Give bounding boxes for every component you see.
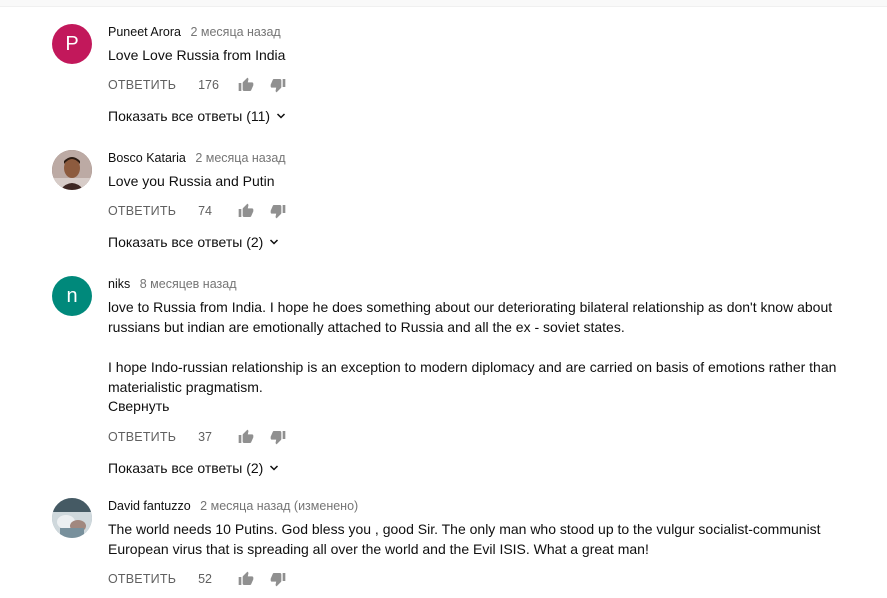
- comment-body: Puneet Arora 2 месяца назад Love Love Ru…: [108, 24, 838, 125]
- comment-body: David fantuzzo 2 месяца назад (изменено)…: [108, 498, 838, 589]
- comment-author[interactable]: Bosco Kataria: [108, 151, 186, 165]
- chevron-down-icon: [267, 461, 281, 475]
- comment-body: Bosco Kataria 2 месяца назад Love you Ru…: [108, 150, 838, 251]
- comment-timestamp[interactable]: 2 месяца назад (изменено): [200, 499, 358, 513]
- show-replies-button[interactable]: Показать все ответы (2): [108, 459, 838, 477]
- comment-text-line: materialistic pragmatism.: [108, 379, 263, 395]
- avatar[interactable]: [52, 498, 92, 538]
- comment-text-line: love to Russia from India. I hope he doe…: [108, 299, 833, 315]
- chevron-down-icon: [274, 109, 288, 123]
- comment-text: Love Love Russia from India: [108, 45, 838, 65]
- comment-header: niks 8 месяцев назад: [108, 276, 838, 292]
- thumb-up-icon[interactable]: [236, 201, 256, 221]
- comment-text-line: russians but indian are emotionally atta…: [108, 319, 625, 335]
- reply-button[interactable]: ОТВЕТИТЬ: [108, 572, 176, 586]
- comment-text: love to Russia from India. I hope he doe…: [108, 297, 838, 397]
- chevron-down-icon: [267, 235, 281, 249]
- comment-timestamp[interactable]: 2 месяца назад: [195, 151, 285, 165]
- comment-text-blank-line: [108, 337, 838, 357]
- thumb-down-icon[interactable]: [268, 427, 288, 447]
- comment-header: David fantuzzo 2 месяца назад (изменено): [108, 498, 838, 514]
- comment-timestamp[interactable]: 2 месяца назад: [190, 25, 280, 39]
- avatar[interactable]: n: [52, 276, 92, 316]
- reply-button[interactable]: ОТВЕТИТЬ: [108, 204, 176, 218]
- like-count: 52: [198, 572, 212, 586]
- avatar-letter: n: [66, 284, 78, 307]
- comment-text-line: The world needs 10 Putins. God bless you…: [108, 521, 821, 537]
- comment-actions: ОТВЕТИТЬ 176: [108, 75, 838, 95]
- comment-text-line: Love you Russia and Putin: [108, 173, 275, 189]
- avatar-letter: P: [65, 32, 79, 55]
- comment-header: Puneet Arora 2 месяца назад: [108, 24, 838, 40]
- comment-actions: ОТВЕТИТЬ 52: [108, 569, 838, 589]
- comment-text: Love you Russia and Putin: [108, 171, 838, 191]
- thumb-down-icon[interactable]: [268, 201, 288, 221]
- thumb-down-icon[interactable]: [268, 75, 288, 95]
- thumb-up-icon[interactable]: [236, 427, 256, 447]
- comment-author[interactable]: David fantuzzo: [108, 499, 191, 513]
- show-replies-button[interactable]: Показать все ответы (2): [108, 233, 838, 251]
- show-replies-label: Показать все ответы (2): [108, 234, 264, 250]
- avatar-photo: [52, 498, 92, 538]
- comment-text-line: Love Love Russia from India: [108, 47, 286, 63]
- thumb-down-icon[interactable]: [268, 569, 288, 589]
- comment-text-line: European virus that is spreading all ove…: [108, 541, 649, 557]
- comment-header: Bosco Kataria 2 месяца назад: [108, 150, 838, 166]
- avatar-photo: [52, 150, 92, 190]
- show-replies-button[interactable]: Показать все ответы (11): [108, 107, 838, 125]
- comment-text: The world needs 10 Putins. God bless you…: [108, 519, 838, 559]
- comment-body: niks 8 месяцев назад love to Russia from…: [108, 276, 838, 477]
- show-replies-label: Показать все ответы (2): [108, 460, 264, 476]
- reply-button[interactable]: ОТВЕТИТЬ: [108, 78, 176, 92]
- thumb-up-icon[interactable]: [236, 569, 256, 589]
- page-top-border: [0, 0, 887, 7]
- comment-actions: ОТВЕТИТЬ 74: [108, 201, 838, 221]
- comment-timestamp[interactable]: 8 месяцев назад: [140, 277, 237, 291]
- like-count: 176: [198, 78, 219, 92]
- show-replies-label: Показать все ответы (11): [108, 108, 271, 124]
- comment-author[interactable]: niks: [108, 277, 130, 291]
- like-count: 74: [198, 204, 212, 218]
- comment-text-line: I hope Indo-russian relationship is an e…: [108, 359, 837, 375]
- comment-actions: ОТВЕТИТЬ 37: [108, 427, 838, 447]
- thumb-up-icon[interactable]: [236, 75, 256, 95]
- comment-author[interactable]: Puneet Arora: [108, 25, 181, 39]
- reply-button[interactable]: ОТВЕТИТЬ: [108, 430, 176, 444]
- like-count: 37: [198, 430, 212, 444]
- avatar[interactable]: P: [52, 24, 92, 64]
- avatar[interactable]: [52, 150, 92, 190]
- collapse-link[interactable]: Свернуть: [108, 397, 838, 415]
